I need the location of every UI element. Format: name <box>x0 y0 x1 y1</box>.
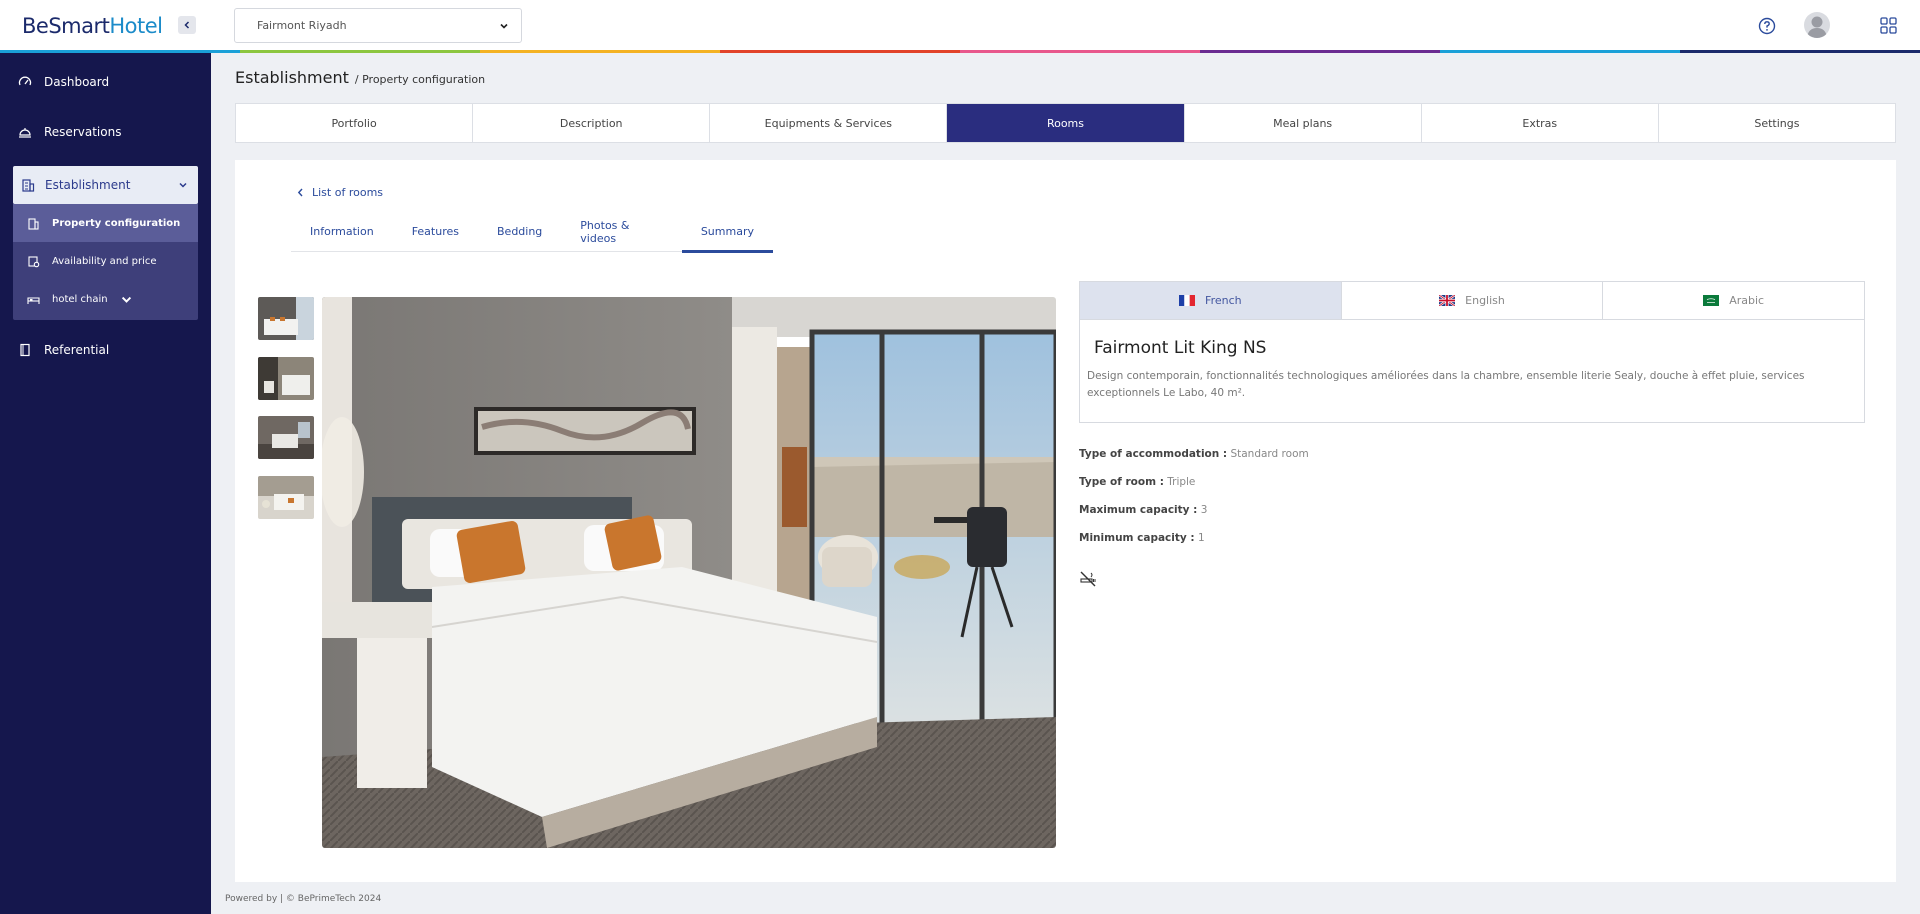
rainbow-segment <box>960 50 1200 53</box>
tab-portfolio[interactable]: Portfolio <box>236 104 474 142</box>
hotel-select[interactable]: Fairmont Riyadh <box>234 8 522 43</box>
rainbow-segment <box>1200 50 1440 53</box>
chevron-left-icon <box>297 188 303 197</box>
room-description: Design contemporain, fonctionnalités tec… <box>1087 370 1805 399</box>
subtab-bedding[interactable]: Bedding <box>478 212 561 251</box>
tab-equipments-services[interactable]: Equipments & Services <box>710 104 948 142</box>
attribute-min-capacity: Minimum capacity : 1 <box>1079 532 1205 544</box>
room-main-photo <box>322 297 1056 848</box>
building-icon <box>28 217 39 230</box>
attribute-accommodation-type: Type of accommodation : Standard room <box>1079 448 1309 460</box>
rainbow-divider <box>0 50 1920 53</box>
sidebar-item-label: Property configuration <box>52 217 181 229</box>
tab-language-french[interactable]: French <box>1080 282 1342 319</box>
tab-meal-plans[interactable]: Meal plans <box>1185 104 1422 142</box>
chevron-down-icon <box>500 23 508 29</box>
subtab-photos-videos[interactable]: Photos & videos <box>561 212 682 251</box>
rainbow-segment <box>240 50 480 53</box>
uk-flag-icon <box>1439 295 1456 306</box>
sidebar-item-establishment[interactable]: Establishment <box>13 166 198 204</box>
sidebar-item-label: Referential <box>44 343 110 357</box>
footer: Powered by | © BePrimeTech 2024 <box>211 882 1920 914</box>
sidebar-item-property-configuration[interactable]: Property configuration <box>13 204 198 242</box>
hotel-icon <box>27 296 40 304</box>
chevron-down-icon <box>121 296 131 303</box>
saudi-flag-icon <box>1703 295 1720 306</box>
rainbow-segment <box>1680 50 1920 53</box>
hotel-select-value: Fairmont Riyadh <box>257 19 347 32</box>
subtab-features[interactable]: Features <box>393 212 478 251</box>
sidebar-item-hotel-chain[interactable]: hotel chain <box>13 280 198 318</box>
apps-grid-icon[interactable] <box>1880 17 1897 34</box>
breadcrumb-current: / Property configuration <box>354 73 486 86</box>
france-flag-icon <box>1179 295 1196 306</box>
rainbow-segment <box>480 50 720 53</box>
sidebar-item-reservations[interactable]: Reservations <box>18 125 121 139</box>
sidebar-group-establishment: Establishment Property configuration Ava… <box>13 166 198 320</box>
tab-settings[interactable]: Settings <box>1659 104 1895 142</box>
sidebar-item-label: hotel chain <box>52 293 108 305</box>
sidebar-item-label: Availability and price <box>52 255 157 267</box>
back-to-list-link[interactable]: List of rooms <box>297 186 383 199</box>
room-language-panel: French English Arabic Fairmont Lit King … <box>1079 281 1865 423</box>
chevron-down-icon <box>179 182 187 188</box>
sidebar-item-label: Reservations <box>44 125 122 139</box>
tab-language-arabic[interactable]: Arabic <box>1603 282 1864 319</box>
rainbow-segment <box>1440 50 1680 53</box>
photo-thumbnail[interactable] <box>258 476 314 519</box>
sidebar-item-dashboard[interactable]: Dashboard <box>18 75 109 89</box>
language-tabs: French English Arabic <box>1080 282 1864 320</box>
collapse-sidebar-button[interactable] <box>178 16 196 34</box>
photo-thumbnail[interactable] <box>258 297 314 340</box>
tab-rooms[interactable]: Rooms <box>947 104 1185 142</box>
page-title: Establishment <box>235 68 349 87</box>
footer-text: Powered by | © BePrimeTech 2024 <box>225 894 382 904</box>
sidebar-item-availability-price[interactable]: Availability and price <box>13 242 198 280</box>
logo[interactable]: BeSmartHotel <box>22 14 163 38</box>
price-tag-icon <box>28 255 40 267</box>
bell-service-icon <box>19 128 31 138</box>
sidebar: Dashboard Reservations Establishment Pro… <box>0 53 211 914</box>
building-icon <box>22 179 35 192</box>
tab-language-english[interactable]: English <box>1342 282 1604 319</box>
subtab-summary[interactable]: Summary <box>681 212 774 253</box>
attribute-max-capacity: Maximum capacity : 3 <box>1079 504 1208 516</box>
no-smoking-icon <box>1080 571 1096 587</box>
help-icon[interactable] <box>1758 17 1776 35</box>
top-bar: BeSmartHotel Fairmont Riyadh <box>0 0 1920 50</box>
user-icon <box>1807 16 1827 38</box>
subtab-information[interactable]: Information <box>291 212 393 251</box>
sidebar-item-label: Establishment <box>45 178 131 192</box>
attribute-room-type: Type of room : Triple <box>1079 476 1196 488</box>
book-icon <box>20 343 30 357</box>
chevron-left-icon <box>184 21 190 29</box>
dashboard-gauge-icon <box>18 76 32 86</box>
room-subtabs: Information Features Bedding Photos & vi… <box>291 212 774 253</box>
sidebar-item-referential[interactable]: Referential <box>18 343 109 357</box>
room-name: Fairmont Lit King NS <box>1094 338 1267 358</box>
tab-extras[interactable]: Extras <box>1422 104 1659 142</box>
avatar[interactable] <box>1804 12 1830 38</box>
photo-thumbnail[interactable] <box>258 357 314 400</box>
photo-thumbnail[interactable] <box>258 416 314 459</box>
room-summary-card: List of rooms Information Features Beddi… <box>235 160 1896 882</box>
sidebar-item-label: Dashboard <box>44 75 110 89</box>
main-tabs: Portfolio Description Equipments & Servi… <box>235 103 1896 143</box>
tab-description[interactable]: Description <box>473 104 711 142</box>
rainbow-segment <box>720 50 960 53</box>
breadcrumb: Establishment / Property configuration <box>235 68 485 87</box>
